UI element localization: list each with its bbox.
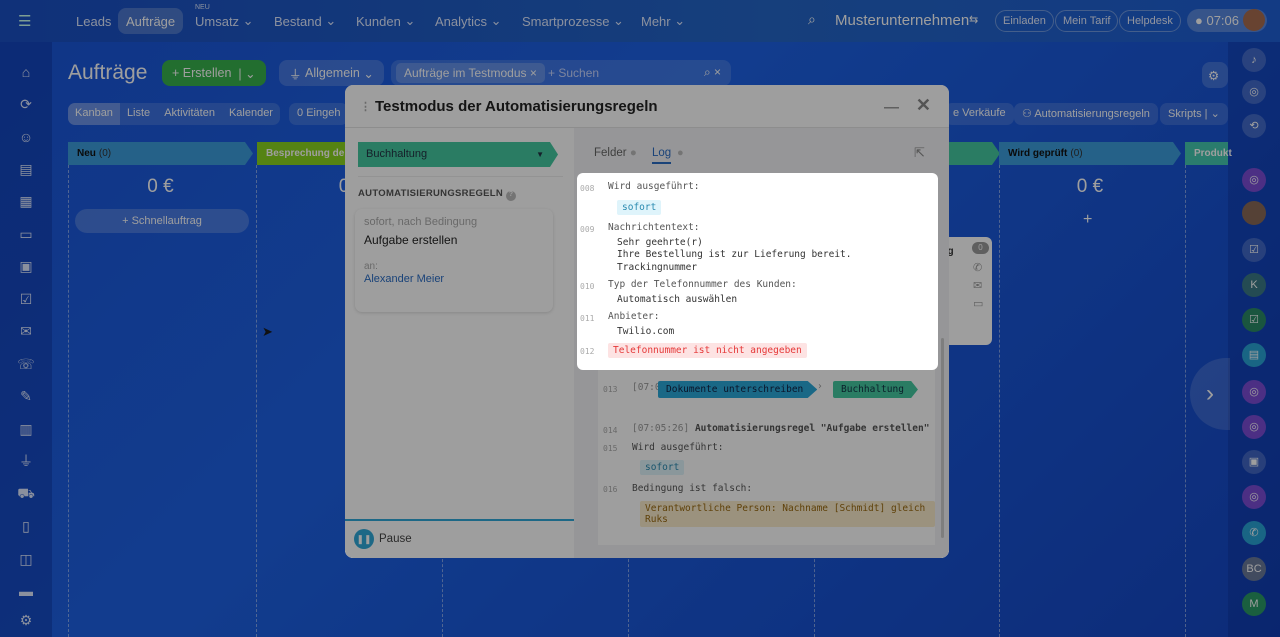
log-tag: sofort	[617, 200, 662, 215]
line-number: 009	[580, 225, 595, 234]
log-value: Sehr geehrte(r)	[617, 237, 703, 248]
line-number: 008	[580, 184, 595, 193]
log-text: Typ der Telefonnummer des Kunden:	[608, 279, 797, 290]
log-text: Nachrichtentext:	[608, 222, 700, 233]
log-value: Twilio.com	[617, 326, 675, 337]
highlighted-log-section: 008 Wird ausgeführt: sofort 009 Nachrich…	[577, 173, 938, 370]
line-number: 012	[580, 347, 595, 356]
log-text: Wird ausgeführt:	[608, 181, 700, 192]
line-number: 010	[580, 282, 595, 291]
mouse-cursor-icon: ➤	[262, 324, 273, 339]
line-number: 011	[580, 314, 595, 323]
log-value: Ihre Bestellung ist zur Lieferung bereit…	[617, 249, 852, 260]
log-text: Anbieter:	[608, 311, 660, 322]
log-error-tag: Telefonnummer ist nicht angegeben	[608, 343, 807, 358]
log-value: Automatisch auswählen	[617, 294, 738, 305]
log-value: Trackingnummer	[617, 262, 698, 273]
